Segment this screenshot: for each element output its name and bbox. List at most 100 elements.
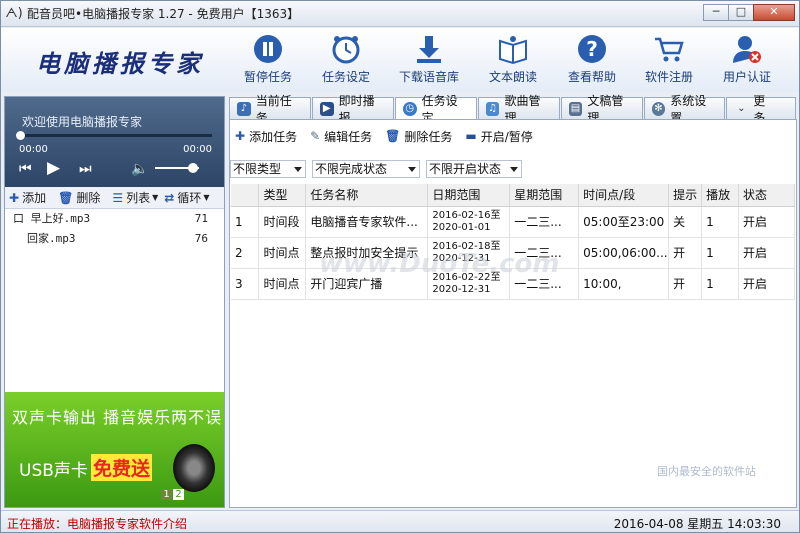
col-time[interactable]: 时间点/段 (578, 184, 670, 207)
list-icon: ☰ (112, 190, 124, 205)
col-play[interactable]: 播放 (701, 184, 739, 207)
cart-icon (653, 33, 685, 65)
window-controls: ─ □ ✕ (703, 4, 795, 21)
col-task-name[interactable]: 任务名称 (305, 184, 429, 207)
time-current: 00:00 (19, 144, 48, 155)
app-logo: 电脑播报专家 (36, 49, 204, 78)
tab-document-management[interactable]: ▤ 文稿管理 (560, 94, 643, 125)
progress-slider[interactable] (16, 131, 212, 140)
delete-button[interactable]: 🗑 删除 (58, 189, 100, 206)
caret-down-icon: ▼ (203, 193, 210, 202)
datetime-status: 2016-04-08 星期五 14:03:30 (613, 517, 781, 531)
col-status[interactable]: 状态 (738, 184, 795, 207)
ad-highlight: 免费送 (91, 454, 153, 481)
table-header: 类型 任务名称 日期范围 星期范围 时间点/段 提示 播放 状态 (231, 184, 795, 207)
app-icon: ᗅ) (5, 5, 23, 21)
gear-icon: ✻ (651, 101, 666, 116)
minimize-button[interactable]: ─ (703, 4, 729, 21)
tab-system-settings[interactable]: ✻ 系统设置 (643, 94, 726, 125)
ad-page-1[interactable]: 1 (161, 489, 172, 500)
maximize-button[interactable]: □ (728, 4, 754, 21)
loop-button[interactable]: ⇄ 循环 ▼ (164, 189, 209, 206)
tab-task-settings[interactable]: ◷ 任务设定 (394, 94, 477, 125)
tool-label: 软件注册 (644, 70, 693, 84)
plus-icon: ✚ (9, 190, 20, 205)
bell-icon: ♪ (237, 101, 251, 116)
help-icon: ? (576, 33, 608, 65)
document-icon: ▤ (568, 101, 583, 116)
type-filter-select[interactable]: 不限类型 (230, 160, 306, 178)
help-button[interactable]: ? 查看帮助 (556, 33, 628, 85)
list-button[interactable]: ☰ 列表 ▼ (112, 189, 158, 206)
loop-icon: ⇄ (164, 190, 175, 205)
open-status-filter-select[interactable]: 不限开启状态 (426, 160, 522, 178)
col-week-range[interactable]: 星期范围 (509, 184, 580, 207)
next-icon[interactable]: ⏭ (79, 161, 92, 177)
col-prompt[interactable]: 提示 (668, 184, 703, 207)
pause-task-button[interactable]: 暂停任务 (232, 33, 304, 85)
player-title: 欢迎使用电脑播报专家 (22, 115, 143, 129)
table-row[interactable]: 2 时间点 整点报时加安全提示 2016-02-18至 2020-12-31 一… (231, 237, 795, 269)
table-row[interactable]: 3 时间点 开门迎宾广播 2016-02-22至 2020-12-31 一二三.… (231, 268, 795, 300)
add-task-button[interactable]: ✚ 添加任务 (235, 128, 297, 145)
task-settings-button[interactable]: 任务设定 (310, 33, 382, 85)
register-button[interactable]: 软件注册 (633, 33, 705, 85)
col-index[interactable] (231, 184, 260, 207)
play-icon[interactable]: ▶ (47, 158, 60, 178)
volume-slider[interactable] (155, 163, 199, 173)
tool-label: 任务设定 (321, 70, 370, 84)
text-reading-button[interactable]: 文本朗读 (477, 33, 549, 85)
tool-label: 下载语音库 (398, 70, 459, 84)
list-item[interactable]: 回家.mp3 76 (5, 229, 224, 249)
toggle-icon: ▬ (465, 129, 477, 143)
list-item[interactable]: 口 早上好.mp3 71 (5, 209, 224, 229)
playlist: 口 早上好.mp3 71 回家.mp3 76 (5, 209, 224, 389)
task-table: 类型 任务名称 日期范围 星期范围 时间点/段 提示 播放 状态 1 时间段 电 (231, 184, 795, 506)
task-settings-panel: ✚ 添加任务 ✎ 编辑任务 🗑 删除任务 ▬ 开启/暂停 不限类型 不限完成状态 不限开… (229, 119, 797, 508)
ad-banner[interactable]: 双声卡输出 播音娱乐两不误 USB声卡 免费送 12 (5, 392, 224, 507)
speaker-icon (173, 444, 215, 492)
audio-player: 欢迎使用电脑播报专家 00:00 00:00 ⏮ ▶ ⏭ 🔈 (5, 97, 224, 187)
ad-subline: USB声卡 (19, 461, 88, 481)
main-tabs: ♪ 当前任务 ▶ 即时播报 ◷ 任务设定 ♫ 歌曲管理 ▤ 文稿管理 ✻ 系统设置 ⌄ 更多.… (229, 94, 797, 125)
trash-icon: 🗑 (385, 129, 401, 143)
tool-label: 暂停任务 (243, 70, 292, 84)
now-playing-status: 正在播放：电脑播报专家软件介绍 (7, 517, 188, 531)
user-auth-button[interactable]: 用户认证 (711, 33, 783, 85)
time-total: 00:00 (183, 144, 212, 155)
delete-task-button[interactable]: 🗑 删除任务 (385, 128, 452, 145)
tab-song-management[interactable]: ♫ 歌曲管理 (477, 94, 560, 125)
col-date-range[interactable]: 日期范围 (427, 184, 511, 207)
ad-headline: 双声卡输出 播音娱乐两不误 (12, 408, 223, 427)
user-icon (731, 33, 763, 65)
window-title: 配音员吧•电脑播报专家 1.27 - 免费用户【1363】 (27, 7, 300, 21)
download-icon (413, 33, 445, 65)
tab-instant-broadcast[interactable]: ▶ 即时播报 (311, 94, 394, 125)
edit-task-button[interactable]: ✎ 编辑任务 (310, 128, 372, 145)
tab-more[interactable]: ⌄ 更多... (726, 94, 796, 125)
tab-current-tasks[interactable]: ♪ 当前任务 (229, 94, 311, 125)
caret-down-icon: ▼ (152, 193, 159, 202)
volume-knob[interactable] (188, 163, 198, 173)
completion-filter-select[interactable]: 不限完成状态 (312, 160, 420, 178)
download-voice-button[interactable]: 下载语音库 (393, 33, 465, 85)
pause-icon (252, 33, 284, 65)
dropdown-arrow-icon (294, 167, 302, 172)
progress-knob[interactable] (16, 131, 25, 140)
ad-pager: 12 (161, 489, 185, 500)
volume-icon[interactable]: 🔈 (131, 161, 148, 177)
toggle-task-button[interactable]: ▬ 开启/暂停 (465, 128, 532, 145)
svg-text:?: ? (586, 37, 598, 61)
filter-bar: 不限类型 不限完成状态 不限开启状态 (230, 160, 798, 178)
previous-icon[interactable]: ⏮ (19, 161, 32, 177)
title-bar: ᗅ) 配音员吧•电脑播报专家 1.27 - 免费用户【1363】 ─ □ ✕ (1, 1, 799, 27)
close-button[interactable]: ✕ (753, 4, 795, 21)
tool-label: 查看帮助 (567, 70, 616, 84)
ad-page-2[interactable]: 2 (173, 489, 184, 500)
alarm-clock-icon (330, 33, 362, 65)
add-button[interactable]: ✚ 添加 (9, 189, 46, 206)
task-toolbar: ✚ 添加任务 ✎ 编辑任务 🗑 删除任务 ▬ 开启/暂停 (230, 126, 541, 146)
table-row[interactable]: 1 时间段 电脑播音专家软件... 2016-02-16至 2020-01-01… (231, 206, 795, 238)
tool-label: 文本朗读 (488, 70, 537, 84)
col-type[interactable]: 类型 (258, 184, 307, 207)
